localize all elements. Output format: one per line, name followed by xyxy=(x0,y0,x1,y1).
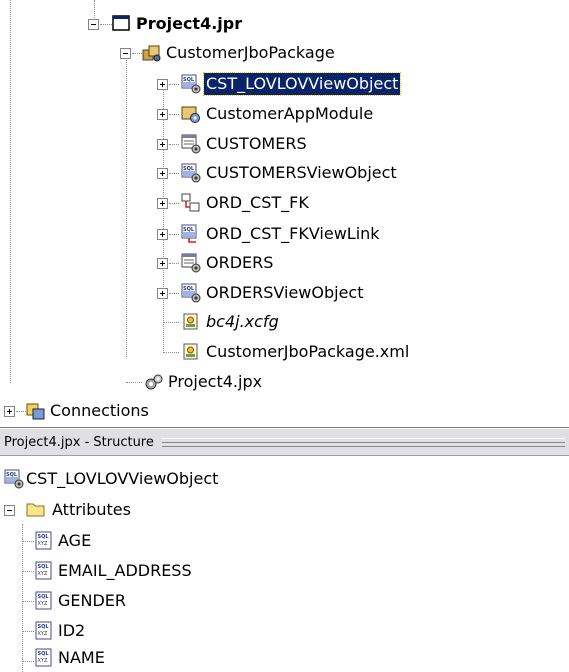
tree-node-jpx[interactable]: Project4.jpx xyxy=(120,368,320,396)
connections-label: Connections xyxy=(50,401,149,420)
attribute-sql-icon: SQL XYZ xyxy=(34,648,54,672)
structure-root-label: CST_LOVLOVViewObject xyxy=(26,469,219,488)
panel-grip[interactable] xyxy=(161,437,566,447)
attribute-label: GENDER xyxy=(58,591,127,610)
package-icon xyxy=(142,44,162,66)
svg-text:SQL: SQL xyxy=(38,624,50,630)
svg-text:SQL: SQL xyxy=(38,564,50,570)
tree-item-label: ORDERSViewObject xyxy=(206,283,364,302)
collapse-toggle-icon[interactable] xyxy=(88,19,99,30)
tree-item-label: CustomerAppModule xyxy=(206,104,374,123)
package-label: CustomerJboPackage xyxy=(166,43,335,62)
tree-item[interactable]: ORD_CST_FK xyxy=(157,189,467,217)
svg-text:XYZ: XYZ xyxy=(38,601,48,607)
tree-node-project[interactable]: Project4.jpr xyxy=(88,10,258,38)
svg-text:XYZ: XYZ xyxy=(38,571,48,577)
tree-file[interactable]: CustomerJboPackage.xml xyxy=(157,338,467,366)
tree-file-label: bc4j.xcfg xyxy=(206,312,279,331)
expand-toggle-icon[interactable] xyxy=(157,168,168,179)
structure-panel-title: Project4.jpx - Structure xyxy=(4,434,154,450)
expand-toggle-icon[interactable] xyxy=(157,139,168,150)
association-icon xyxy=(181,193,201,217)
tree-file-label: CustomerJboPackage.xml xyxy=(206,342,410,361)
tree-item-label: CUSTOMERS xyxy=(206,134,307,153)
attribute-item[interactable]: SQL XYZ ID2 xyxy=(34,617,334,645)
attribute-sql-icon: SQL XYZ xyxy=(34,591,54,615)
attribute-item[interactable]: SQL XYZ EMAIL_ADDRESS xyxy=(34,557,334,585)
expand-toggle-icon[interactable] xyxy=(157,258,168,269)
view-link-icon: SQL xyxy=(181,224,201,248)
expand-toggle-icon[interactable] xyxy=(157,79,168,90)
sql-view-object-icon: SQL xyxy=(181,283,201,307)
svg-text:XYZ: XYZ xyxy=(38,658,48,664)
tree-node-connections[interactable]: Connections xyxy=(4,397,204,425)
attribute-sql-icon: SQL XYZ xyxy=(34,561,54,585)
sql-view-object-icon: SQL xyxy=(4,469,24,493)
expand-toggle-icon[interactable] xyxy=(4,406,15,417)
expand-toggle-icon[interactable] xyxy=(157,229,168,240)
project-label: Project4.jpr xyxy=(136,14,243,33)
project-icon xyxy=(112,14,130,36)
tree-item[interactable]: CUSTOMERS xyxy=(157,130,467,158)
collapse-toggle-icon[interactable] xyxy=(120,48,131,59)
structure-folder-label: Attributes xyxy=(52,500,131,519)
tree-item[interactable]: ORDERS xyxy=(157,249,467,277)
structure-folder[interactable]: Attributes xyxy=(0,496,300,524)
tree-file[interactable]: bc4j.xcfg xyxy=(157,308,467,336)
svg-text:XYZ: XYZ xyxy=(38,631,48,637)
expand-toggle-icon[interactable] xyxy=(157,109,168,120)
xml-file-icon xyxy=(181,342,201,366)
svg-text:SQL: SQL xyxy=(38,594,50,600)
structure-root[interactable]: SQL CST_LOVLOVViewObject xyxy=(0,465,300,493)
expand-toggle-icon[interactable] xyxy=(157,288,168,299)
attribute-label: AGE xyxy=(58,531,92,550)
tree-item[interactable]: CustomerAppModule xyxy=(157,100,467,128)
structure-panel-header[interactable]: Project4.jpx - Structure xyxy=(0,428,569,456)
tree-item-label: CUSTOMERSViewObject xyxy=(206,163,397,182)
expand-toggle-icon[interactable] xyxy=(157,198,168,209)
gears-icon xyxy=(144,372,164,396)
svg-text:SQL: SQL xyxy=(38,651,50,657)
attribute-sql-icon: SQL XYZ xyxy=(34,531,54,555)
connections-icon xyxy=(26,401,46,425)
app-module-icon xyxy=(181,104,201,128)
tree-item-label: ORDERS xyxy=(206,253,274,272)
jpx-label: Project4.jpx xyxy=(168,372,263,391)
folder-icon xyxy=(26,500,46,522)
tree-item-label: ORD_CST_FKViewLink xyxy=(206,224,380,243)
tree-item[interactable]: SQL ORD_CST_FKViewLink xyxy=(157,220,467,248)
attribute-item[interactable]: SQL XYZ AGE xyxy=(34,527,334,555)
tree-node-package[interactable]: CustomerJboPackage xyxy=(120,39,360,67)
collapse-toggle-icon[interactable] xyxy=(4,505,15,516)
entity-object-icon xyxy=(181,134,201,158)
entity-object-icon xyxy=(181,253,201,277)
attribute-sql-icon: SQL XYZ xyxy=(34,621,54,645)
config-file-icon xyxy=(181,312,201,336)
tree-item[interactable]: SQL ORDERSViewObject xyxy=(157,279,467,307)
sql-view-object-icon: SQL xyxy=(181,74,201,98)
attribute-label: NAME xyxy=(58,648,105,667)
tree-item[interactable]: SQL CUSTOMERSViewObject xyxy=(157,159,467,187)
svg-text:XYZ: XYZ xyxy=(38,541,48,547)
attribute-label: ID2 xyxy=(58,621,86,640)
attribute-item[interactable]: SQL XYZ NAME xyxy=(34,644,334,672)
attribute-item[interactable]: SQL XYZ GENDER xyxy=(34,587,334,615)
tree-item-label: CST_LOVLOVViewObject xyxy=(202,72,402,96)
sql-view-object-icon: SQL xyxy=(181,163,201,187)
tree-item[interactable]: SQL CST_LOVLOVViewObject xyxy=(157,70,467,98)
attribute-label: EMAIL_ADDRESS xyxy=(58,561,192,580)
tree-item-label: ORD_CST_FK xyxy=(206,193,309,212)
svg-text:SQL: SQL xyxy=(38,534,50,540)
